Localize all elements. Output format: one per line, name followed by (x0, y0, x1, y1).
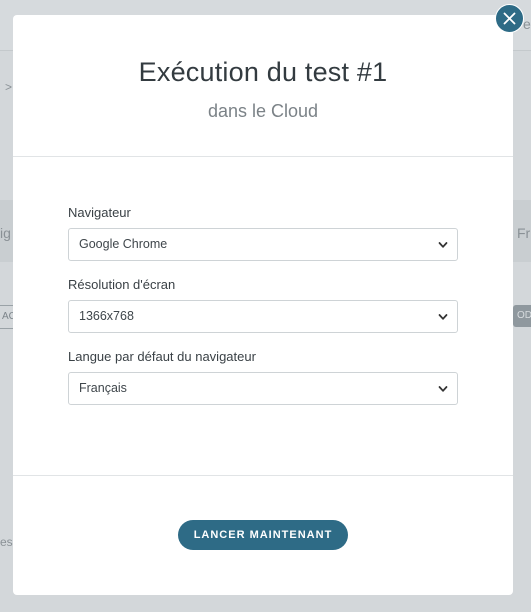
language-select-value: Français (79, 381, 127, 395)
resolution-field: Résolution d'écran 1366x768 (68, 277, 458, 333)
language-field: Langue par défaut du navigateur Français (68, 349, 458, 405)
resolution-select[interactable]: 1366x768 (68, 300, 458, 333)
browser-select-value: Google Chrome (79, 237, 168, 251)
background-text-fragment: Fr (517, 225, 531, 241)
resolution-select-value: 1366x768 (79, 309, 134, 323)
modal-body: Navigateur Google Chrome Résolution d'éc… (13, 157, 513, 476)
close-icon (503, 12, 516, 25)
modal-footer: LANCER MAINTENANT (13, 476, 513, 595)
background-text-fragment: e (523, 16, 531, 32)
browser-label: Navigateur (68, 205, 131, 220)
modal-header: Exécution du test #1 dans le Cloud (13, 15, 513, 157)
browser-field: Navigateur Google Chrome (68, 205, 458, 261)
modal-title: Exécution du test #1 (138, 57, 388, 87)
close-modal-button[interactable] (495, 4, 524, 33)
execution-modal: Exécution du test #1 dans le Cloud Navig… (13, 15, 513, 595)
modal-subtitle: dans le Cloud (207, 101, 319, 121)
launch-now-button[interactable]: LANCER MAINTENANT (178, 520, 348, 550)
chevron-down-icon (438, 242, 448, 248)
background-button-fragment: OD (513, 305, 531, 327)
chevron-down-icon (438, 386, 448, 392)
language-select[interactable]: Français (68, 372, 458, 405)
chevron-down-icon (438, 314, 448, 320)
background-text-fragment: ig (0, 225, 11, 241)
language-label: Langue par défaut du navigateur (68, 349, 256, 364)
resolution-label: Résolution d'écran (68, 277, 176, 292)
background-breadcrumb-fragment: > (5, 80, 13, 94)
background-text-fragment: es (0, 535, 13, 549)
browser-select[interactable]: Google Chrome (68, 228, 458, 261)
